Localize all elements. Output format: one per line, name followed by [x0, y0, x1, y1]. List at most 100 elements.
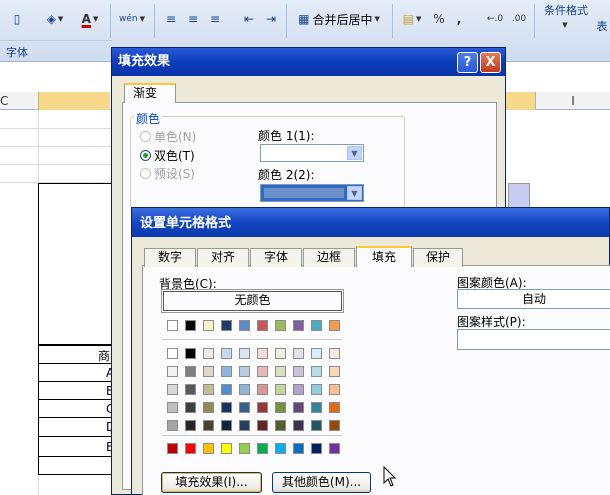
tint-color-swatch[interactable] [329, 402, 340, 413]
tint-color-swatch[interactable] [203, 420, 214, 431]
table-cell[interactable]: 商 [98, 347, 110, 364]
tint-color-swatch[interactable] [329, 384, 340, 395]
tint-color-swatch[interactable] [293, 366, 304, 377]
font-color-button[interactable]: A ▼ [76, 8, 104, 30]
column-header-i[interactable]: I [535, 92, 610, 110]
percent-button[interactable]: % [430, 8, 448, 30]
radio-two-colors[interactable]: 双色(T) [140, 147, 195, 164]
italic-button[interactable]: ▯ [8, 8, 26, 30]
tint-color-swatch[interactable] [239, 402, 250, 413]
tint-color-swatch[interactable] [203, 366, 214, 377]
tint-color-swatch[interactable] [221, 384, 232, 395]
tint-color-swatch[interactable] [311, 384, 322, 395]
color1-dropdown[interactable]: ▼ [260, 144, 364, 162]
tint-color-swatch[interactable] [275, 402, 286, 413]
tint-color-swatch[interactable] [239, 348, 250, 359]
standard-color-swatch[interactable] [239, 443, 250, 454]
standard-color-swatch[interactable] [293, 443, 304, 454]
tint-color-swatch[interactable] [257, 348, 268, 359]
theme-color-swatch[interactable] [275, 320, 286, 331]
dialog-title-bar[interactable]: 填充效果 [112, 48, 505, 76]
align-left-button[interactable]: ≡ [162, 8, 180, 30]
theme-color-swatch[interactable] [239, 320, 250, 331]
pattern-style-dropdown[interactable] [457, 329, 610, 350]
tab-font[interactable]: 字体 [250, 248, 302, 267]
currency-button[interactable]: ▤ ▼ [398, 8, 426, 30]
fill-effects-button[interactable]: 填充效果(I)... [161, 472, 262, 493]
tint-color-swatch[interactable] [167, 402, 178, 413]
more-colors-button[interactable]: 其他颜色(M)... [272, 472, 371, 493]
standard-color-swatch[interactable] [185, 443, 196, 454]
tint-color-swatch[interactable] [221, 366, 232, 377]
standard-color-swatch[interactable] [329, 443, 340, 454]
column-header-selected-right[interactable] [505, 92, 535, 110]
column-header-selected[interactable] [38, 92, 110, 110]
tab-protection[interactable]: 保护 [413, 248, 463, 267]
radio-single-color[interactable]: 单色(N) [140, 128, 196, 145]
increase-indent-button[interactable]: ⇥ [262, 8, 280, 30]
pattern-color-dropdown[interactable]: 自动 [457, 289, 610, 309]
close-button[interactable]: X [480, 52, 501, 73]
tint-color-swatch[interactable] [311, 420, 322, 431]
tint-color-swatch[interactable] [221, 420, 232, 431]
merge-center-button[interactable]: ▦ 合并后居中 ▼ [292, 8, 386, 30]
tint-color-swatch[interactable] [257, 384, 268, 395]
tint-color-swatch[interactable] [293, 348, 304, 359]
tint-color-swatch[interactable] [293, 384, 304, 395]
tint-color-swatch[interactable] [167, 366, 178, 377]
merged-cell[interactable] [38, 183, 112, 345]
tint-color-swatch[interactable] [329, 348, 340, 359]
tint-color-swatch[interactable] [203, 348, 214, 359]
tint-color-swatch[interactable] [293, 420, 304, 431]
tint-color-swatch[interactable] [203, 402, 214, 413]
tint-color-swatch[interactable] [167, 348, 178, 359]
tab-gradient[interactable]: 渐变 [124, 83, 176, 103]
radio-preset[interactable]: 预设(S) [140, 165, 195, 182]
tint-color-swatch[interactable] [221, 402, 232, 413]
tint-color-swatch[interactable] [167, 384, 178, 395]
theme-color-swatch[interactable] [221, 320, 232, 331]
standard-color-swatch[interactable] [221, 443, 232, 454]
tint-color-swatch[interactable] [257, 420, 268, 431]
tint-color-swatch[interactable] [293, 402, 304, 413]
tint-color-swatch[interactable] [275, 420, 286, 431]
tint-color-swatch[interactable] [239, 366, 250, 377]
standard-color-swatch[interactable] [275, 443, 286, 454]
column-header-c[interactable]: C [0, 92, 38, 110]
fill-color-button[interactable]: ◈ ▼ [40, 8, 70, 30]
decrease-indent-button[interactable]: ⇤ [240, 8, 258, 30]
tint-color-swatch[interactable] [185, 384, 196, 395]
tint-color-swatch[interactable] [185, 348, 196, 359]
theme-color-swatch[interactable] [185, 320, 196, 331]
tint-color-swatch[interactable] [185, 402, 196, 413]
dialog-title-bar[interactable]: 设置单元格格式 [132, 208, 609, 237]
comma-button[interactable]: , [452, 8, 466, 30]
color2-dropdown[interactable]: ▼ [260, 184, 364, 202]
help-button[interactable]: ? [457, 52, 478, 73]
tint-color-swatch[interactable] [203, 384, 214, 395]
tint-color-swatch[interactable] [221, 348, 232, 359]
phonetic-button[interactable]: wén ▼ [116, 8, 148, 30]
theme-color-swatch[interactable] [293, 320, 304, 331]
standard-color-swatch[interactable] [167, 443, 178, 454]
tint-color-swatch[interactable] [257, 402, 268, 413]
tint-color-swatch[interactable] [311, 402, 322, 413]
theme-color-swatch[interactable] [311, 320, 322, 331]
tint-color-swatch[interactable] [329, 366, 340, 377]
theme-color-swatch[interactable] [167, 320, 178, 331]
tint-color-swatch[interactable] [311, 366, 322, 377]
tint-color-swatch[interactable] [167, 420, 178, 431]
tint-color-swatch[interactable] [329, 420, 340, 431]
theme-color-swatch[interactable] [329, 320, 340, 331]
theme-color-swatch[interactable] [203, 320, 214, 331]
tint-color-swatch[interactable] [275, 366, 286, 377]
tab-number[interactable]: 数字 [144, 248, 196, 267]
tab-alignment[interactable]: 对齐 [197, 248, 249, 267]
tab-fill[interactable]: 填充 [356, 246, 412, 267]
tint-color-swatch[interactable] [239, 384, 250, 395]
align-center-button[interactable]: ≡ [184, 8, 202, 30]
align-right-button[interactable]: ≡ [206, 8, 224, 30]
tint-color-swatch[interactable] [185, 366, 196, 377]
tint-color-swatch[interactable] [275, 348, 286, 359]
tint-color-swatch[interactable] [185, 420, 196, 431]
